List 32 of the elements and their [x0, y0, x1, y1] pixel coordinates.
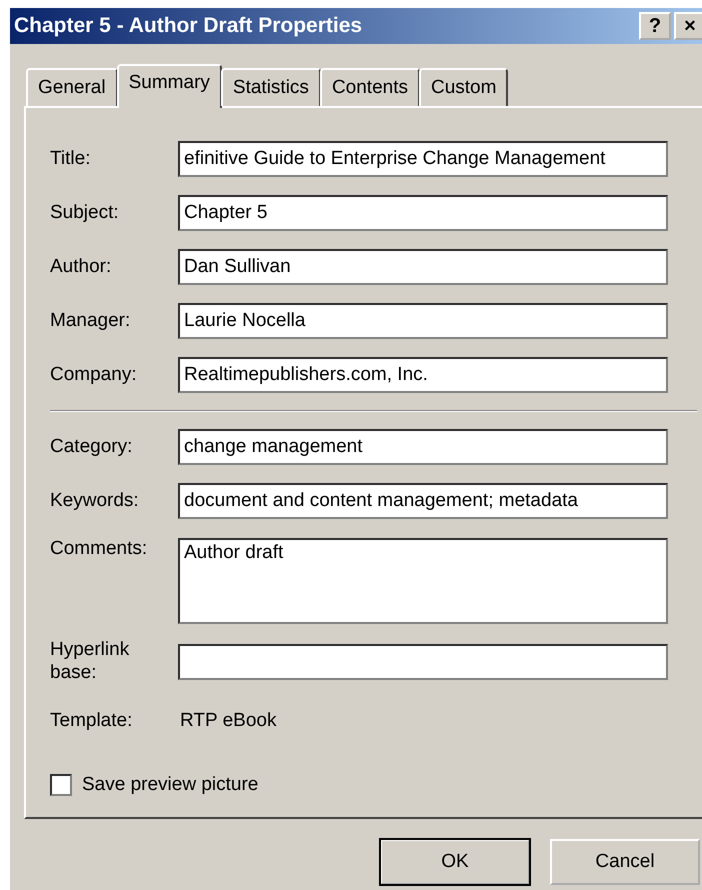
ok-button[interactable]: OK [380, 839, 530, 885]
field-label: Comments: [50, 538, 148, 561]
field-label: Company: [50, 364, 138, 386]
text-field[interactable]: document and content management; metadata [178, 483, 668, 519]
text-field[interactable]: change management [178, 429, 668, 465]
field-label: Author: [50, 256, 112, 278]
field-label: Category: [50, 436, 134, 458]
tab[interactable]: Summary [116, 64, 222, 108]
checkbox[interactable] [50, 774, 72, 796]
field-label: Subject: [50, 202, 120, 224]
tab[interactable]: Contents [320, 68, 420, 106]
text-field[interactable]: Dan Sullivan [178, 249, 668, 285]
tab[interactable]: Statistics [220, 68, 321, 106]
text-field[interactable]: Realtimepublishers.com, Inc. [178, 357, 668, 393]
checkbox-label: Save preview picture [82, 774, 258, 796]
tab[interactable]: Custom [418, 68, 508, 106]
field-label: Template: [50, 710, 134, 732]
window-title: Chapter 5 - Author Draft Properties [14, 14, 362, 38]
close-button[interactable]: × [674, 12, 702, 40]
tab[interactable]: General [26, 68, 118, 106]
help-button[interactable]: ? [639, 12, 671, 40]
field-label: Title: [50, 148, 92, 170]
text-field[interactable] [178, 644, 668, 680]
text-field[interactable]: Chapter 5 [178, 195, 668, 231]
field-label: Hyperlink base: [50, 639, 130, 685]
field-label: Keywords: [50, 490, 140, 512]
text-field[interactable]: efinitive Guide to Enterprise Change Management [178, 141, 668, 177]
text-field[interactable]: Laurie Nocella [178, 303, 668, 339]
comments-field[interactable]: Author draft [178, 538, 668, 624]
template-value: RTP eBook [179, 710, 276, 732]
cancel-button[interactable]: Cancel [550, 839, 700, 885]
field-label: Manager: [50, 310, 132, 332]
